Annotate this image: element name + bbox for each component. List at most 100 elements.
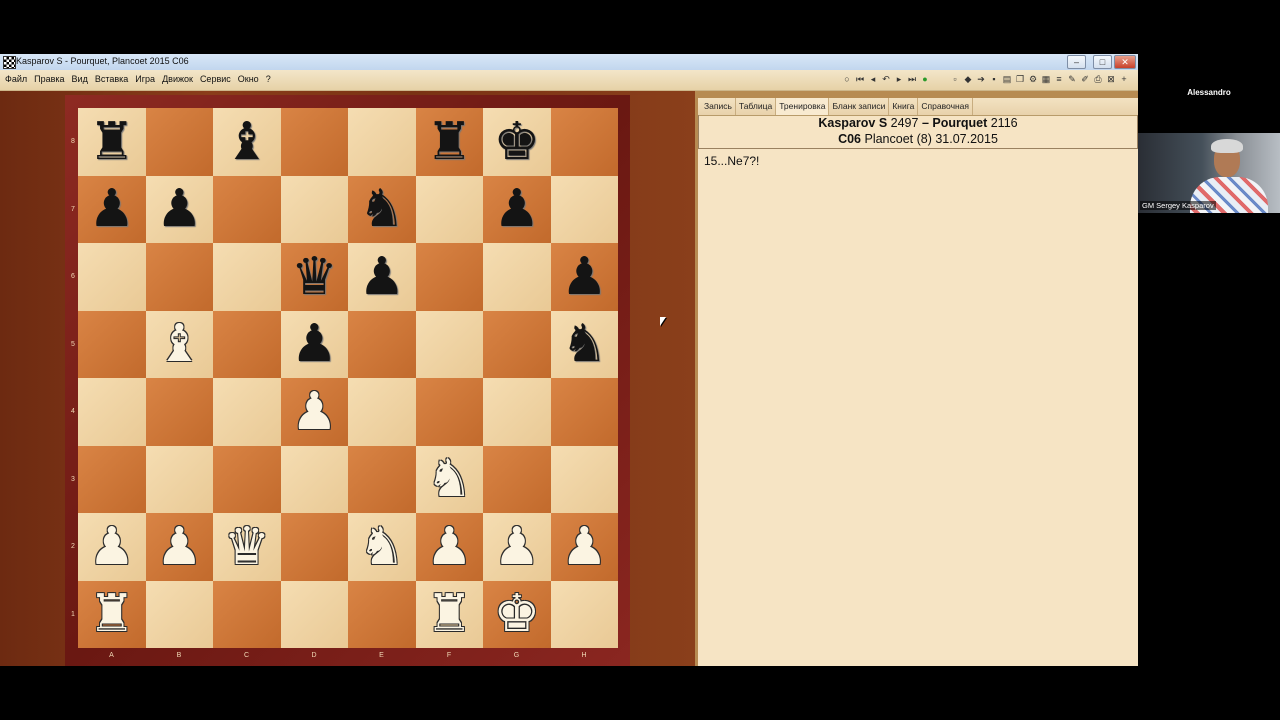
- black-rook-icon[interactable]: ♜: [88, 116, 135, 168]
- square-h8[interactable]: [550, 108, 618, 176]
- square-e3[interactable]: [348, 445, 416, 513]
- square-e5[interactable]: [348, 310, 416, 378]
- square-a1[interactable]: ♜: [78, 580, 146, 648]
- menu-help[interactable]: ?: [266, 74, 271, 84]
- minimize-button[interactable]: –: [1067, 55, 1086, 69]
- white-rook-icon[interactable]: ♜: [88, 588, 135, 640]
- square-g2[interactable]: ♟: [483, 513, 551, 581]
- save-icon[interactable]: ▪: [989, 73, 999, 85]
- close-button[interactable]: ✕: [1114, 55, 1136, 69]
- square-c5[interactable]: [213, 310, 281, 378]
- black-pawn-icon[interactable]: ♟: [156, 183, 203, 235]
- square-a6[interactable]: [78, 243, 146, 311]
- undo-icon[interactable]: ↶: [881, 73, 891, 85]
- copy-icon[interactable]: ❐: [1015, 73, 1025, 85]
- first-move-icon[interactable]: ⏮: [855, 73, 865, 85]
- play-icon[interactable]: ●: [920, 73, 930, 85]
- white-king-icon[interactable]: ♚: [493, 588, 540, 640]
- square-d8[interactable]: [280, 108, 348, 176]
- settings-icon[interactable]: ⚙: [1028, 73, 1038, 85]
- square-g6[interactable]: [483, 243, 551, 311]
- square-f3[interactable]: ♞: [415, 445, 483, 513]
- white-bishop-icon[interactable]: ♝: [156, 318, 203, 370]
- tab-reference[interactable]: Справочная: [918, 98, 974, 115]
- last-move-icon[interactable]: ⏭: [907, 73, 917, 85]
- arrow-left-icon[interactable]: ◆: [963, 73, 973, 85]
- pen-icon[interactable]: ✐: [1080, 73, 1090, 85]
- square-a8[interactable]: ♜: [78, 108, 146, 176]
- square-f7[interactable]: [415, 175, 483, 243]
- menu-view[interactable]: Вид: [72, 74, 88, 84]
- square-h3[interactable]: [550, 445, 618, 513]
- move-notation[interactable]: 15...Ne7?!: [704, 154, 759, 168]
- menu-file[interactable]: Файл: [5, 74, 27, 84]
- next-move-icon[interactable]: ▸: [894, 73, 904, 85]
- square-c2[interactable]: ♛: [213, 513, 281, 581]
- tab-table[interactable]: Таблица: [736, 98, 777, 115]
- title-bar[interactable]: Kasparov S - Pourquet, Plancoet 2015 C06…: [0, 54, 1138, 70]
- square-a5[interactable]: [78, 310, 146, 378]
- menu-window[interactable]: Окно: [238, 74, 259, 84]
- square-e7[interactable]: ♞: [348, 175, 416, 243]
- black-pawn-icon[interactable]: ♟: [88, 183, 135, 235]
- tab-notation[interactable]: Запись: [701, 98, 736, 115]
- square-g7[interactable]: ♟: [483, 175, 551, 243]
- white-pawn-icon[interactable]: ♟: [291, 386, 338, 438]
- square-g3[interactable]: [483, 445, 551, 513]
- list-icon[interactable]: ≡: [1054, 73, 1064, 85]
- white-pawn-icon[interactable]: ♟: [561, 521, 608, 573]
- square-c1[interactable]: [213, 580, 281, 648]
- square-f6[interactable]: [415, 243, 483, 311]
- black-rook-icon[interactable]: ♜: [426, 116, 473, 168]
- black-pawn-icon[interactable]: ♟: [493, 183, 540, 235]
- prev-move-icon[interactable]: ◂: [868, 73, 878, 85]
- square-d5[interactable]: ♟: [280, 310, 348, 378]
- square-h2[interactable]: ♟: [550, 513, 618, 581]
- square-d1[interactable]: [280, 580, 348, 648]
- square-c8[interactable]: ♝: [213, 108, 281, 176]
- square-g5[interactable]: [483, 310, 551, 378]
- black-pawn-icon[interactable]: ♟: [561, 251, 608, 303]
- square-h6[interactable]: ♟: [550, 243, 618, 311]
- menu-edit[interactable]: Правка: [34, 74, 64, 84]
- white-pawn-icon[interactable]: ♟: [493, 521, 540, 573]
- arrow-right-icon[interactable]: ➔: [976, 73, 986, 85]
- square-d3[interactable]: [280, 445, 348, 513]
- square-h7[interactable]: [550, 175, 618, 243]
- white-knight-icon[interactable]: ♞: [358, 521, 405, 573]
- square-f5[interactable]: [415, 310, 483, 378]
- black-pawn-icon[interactable]: ♟: [358, 251, 405, 303]
- square-d6[interactable]: ♛: [280, 243, 348, 311]
- square-g4[interactable]: [483, 378, 551, 446]
- white-queen-icon[interactable]: ♛: [223, 521, 270, 573]
- square-h5[interactable]: ♞: [550, 310, 618, 378]
- white-rook-icon[interactable]: ♜: [426, 588, 473, 640]
- square-b1[interactable]: [145, 580, 213, 648]
- zoom-icon[interactable]: ⊠: [1106, 73, 1116, 85]
- new-icon[interactable]: ▫: [950, 73, 960, 85]
- square-e8[interactable]: [348, 108, 416, 176]
- square-c6[interactable]: [213, 243, 281, 311]
- edit-icon[interactable]: ✎: [1067, 73, 1077, 85]
- square-a4[interactable]: [78, 378, 146, 446]
- square-c7[interactable]: [213, 175, 281, 243]
- black-queen-icon[interactable]: ♛: [291, 251, 338, 303]
- menu-service[interactable]: Сервис: [200, 74, 231, 84]
- plus-icon[interactable]: +: [1119, 73, 1129, 85]
- db-icon[interactable]: ▤: [1002, 73, 1012, 85]
- tab-training[interactable]: Тренировка: [776, 98, 830, 115]
- square-b6[interactable]: [145, 243, 213, 311]
- print-icon[interactable]: ⎙: [1093, 73, 1103, 85]
- black-pawn-icon[interactable]: ♟: [291, 318, 338, 370]
- square-b4[interactable]: [145, 378, 213, 446]
- square-f1[interactable]: ♜: [415, 580, 483, 648]
- square-b7[interactable]: ♟: [145, 175, 213, 243]
- square-c4[interactable]: [213, 378, 281, 446]
- square-h4[interactable]: [550, 378, 618, 446]
- square-g8[interactable]: ♚: [483, 108, 551, 176]
- white-knight-icon[interactable]: ♞: [426, 453, 473, 505]
- square-e6[interactable]: ♟: [348, 243, 416, 311]
- square-a3[interactable]: [78, 445, 146, 513]
- white-pawn-icon[interactable]: ♟: [156, 521, 203, 573]
- square-a2[interactable]: ♟: [78, 513, 146, 581]
